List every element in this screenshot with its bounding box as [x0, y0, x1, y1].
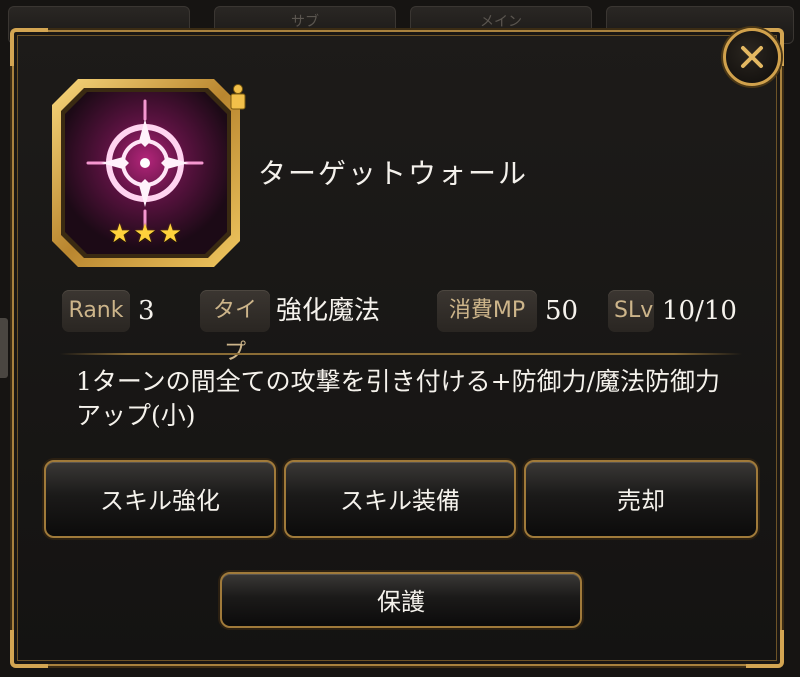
type-label: タイプ	[200, 290, 270, 365]
skill-equip-button[interactable]: スキル装備	[284, 460, 516, 538]
lock-badge-icon	[229, 84, 247, 110]
type-value: 強化魔法	[276, 296, 381, 326]
rank-label: Rank	[62, 290, 130, 332]
frame-corner-ornament	[10, 630, 48, 668]
skill-description: 1ターンの間全ての攻撃を引き付ける+防御力/魔法防御力アップ(小)	[76, 367, 721, 430]
rarity-stars: ★★★	[108, 219, 184, 249]
rank-value: 3	[138, 296, 155, 326]
protect-button[interactable]: 保護	[220, 572, 582, 628]
mp-cost-value: 50	[545, 296, 579, 326]
close-button[interactable]	[723, 28, 781, 86]
frame-corner-ornament	[746, 630, 784, 668]
sell-button[interactable]: 売却	[524, 460, 758, 538]
divider	[60, 353, 742, 355]
skill-enhance-button[interactable]: スキル強化	[44, 460, 276, 538]
close-x-icon	[741, 46, 763, 68]
frame-corner-ornament	[10, 28, 48, 66]
skill-name: ターゲットウォール	[258, 157, 529, 190]
skill-level-label: SLv	[608, 290, 654, 332]
side-drawer-handle[interactable]	[0, 318, 8, 378]
skill-level-value: 10/10	[662, 296, 737, 326]
mp-cost-label: 消費MP	[437, 290, 537, 332]
